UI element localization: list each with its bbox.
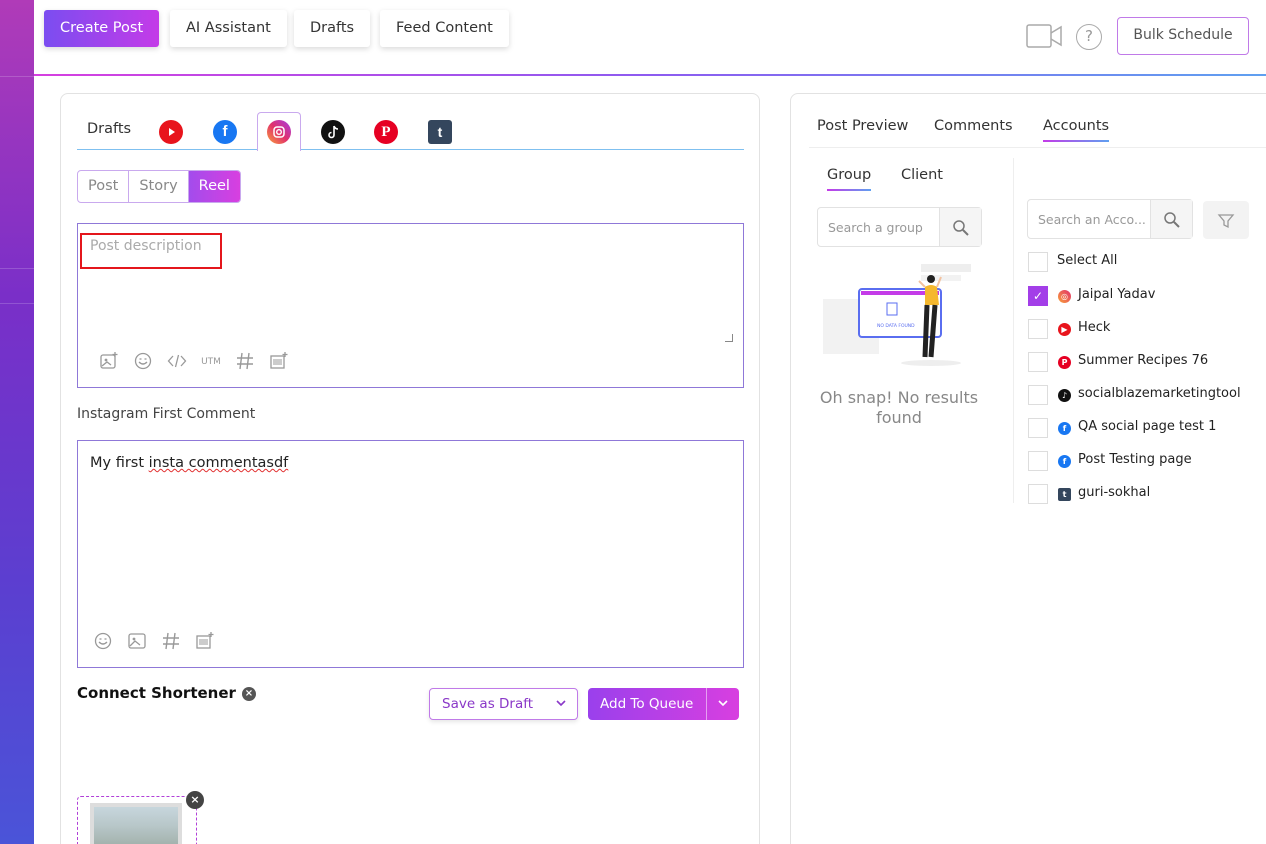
media-library-icon[interactable] [262,351,296,373]
help-icon[interactable]: ? [1076,24,1102,50]
comment-toolbar [86,631,222,653]
hashtag-icon[interactable] [154,631,188,653]
select-all-checkbox[interactable] [1028,252,1048,272]
account-checkbox[interactable] [1028,352,1048,372]
segment-reel[interactable]: Reel [188,171,240,202]
media-library-icon[interactable] [188,631,222,653]
remove-media-icon[interactable]: × [186,791,204,809]
account-checkbox[interactable] [1028,319,1048,339]
post-type-selector: Post Story Reel [77,170,241,203]
drafts-button[interactable]: Drafts [294,10,371,47]
emoji-icon[interactable] [126,351,160,373]
search-icon[interactable] [939,208,981,246]
no-results-message: Oh snap! No results found [819,388,979,427]
first-comment-editor[interactable]: My first insta commentasdf [77,440,744,668]
post-description-editor[interactable]: Post description UTM [77,223,744,388]
filter-icon[interactable] [1203,201,1249,239]
bulk-schedule-button[interactable]: Bulk Schedule [1117,17,1249,55]
save-as-draft-button[interactable]: Save as Draft [429,688,578,720]
instagram-icon: ◎ [1058,290,1071,303]
account-checkbox[interactable] [1028,451,1048,471]
group-search-placeholder: Search a group [828,220,923,235]
connect-shortener: Connect Shortener × [77,684,256,702]
app-window: Create Post AI Assistant Drafts Feed Con… [34,0,1266,844]
search-icon[interactable] [1150,200,1192,238]
emoji-icon[interactable] [86,631,120,653]
account-checkbox[interactable] [1028,385,1048,405]
hashtag-icon[interactable] [228,351,262,373]
image-plus-icon[interactable] [92,351,126,373]
youtube-icon[interactable] [159,120,183,144]
account-search[interactable]: Search an Acco... [1027,199,1193,239]
preview-tabs: Post Preview Comments Accounts [817,118,1266,148]
video-tutorial-icon[interactable] [1026,24,1062,48]
account-search-placeholder: Search an Acco... [1038,212,1146,227]
media-thumbnail[interactable]: × [77,791,204,844]
tab-group[interactable]: Group [827,167,872,191]
account-checkbox[interactable] [1028,418,1048,438]
account-name: QA social page test 1 [1078,419,1217,434]
preview-panel: Post Preview Comments Accounts Group Cli… [790,93,1266,844]
account-checkbox[interactable]: ✓ [1028,286,1048,306]
account-checkbox[interactable] [1028,484,1048,504]
tab-client[interactable]: Client [901,167,943,191]
facebook-icon: f [1058,455,1071,468]
chevron-down-icon[interactable] [717,688,729,732]
tiktok-icon: ♪ [1058,389,1071,402]
tumblr-icon[interactable]: t [428,120,452,144]
utm-icon[interactable]: UTM [194,351,228,373]
code-icon[interactable] [160,351,194,373]
tab-comments[interactable]: Comments [934,118,1013,142]
segment-post[interactable]: Post [78,171,130,202]
account-name: socialblazemarketingtool [1078,386,1241,401]
select-all-label: Select All [1057,253,1118,268]
add-to-queue-button[interactable]: Add To Queue [588,688,739,720]
account-name: guri-sokhal [1078,485,1151,500]
tab-accounts[interactable]: Accounts [1043,118,1110,142]
account-name: Heck [1078,320,1111,335]
composer-panel: Drafts f P t Post Story Reel Post descri… [60,93,760,844]
tab-post-preview[interactable]: Post Preview [817,118,908,142]
svg-text:NO DATA FOUND: NO DATA FOUND [877,323,915,329]
segment-story[interactable]: Story [129,171,189,202]
pinterest-icon: P [1058,356,1071,369]
tab-drafts[interactable]: Drafts [87,112,131,150]
tiktok-icon[interactable] [321,120,345,144]
pinterest-icon[interactable]: P [374,120,398,144]
account-name: Jaipal Yadav [1078,287,1156,302]
network-tabs: Drafts f P t [77,112,744,151]
background-sidebar [0,0,34,844]
close-icon[interactable]: × [241,686,256,701]
chevron-down-icon[interactable] [555,689,567,730]
no-data-illustration: NO DATA FOUND [823,264,971,366]
group-search[interactable]: Search a group [817,207,982,247]
ai-assistant-button[interactable]: AI Assistant [170,10,287,47]
instagram-icon [267,120,291,144]
account-name: Post Testing page [1078,452,1192,467]
facebook-icon: f [1058,422,1071,435]
account-name: Summer Recipes 76 [1078,353,1209,368]
highlight-annotation [80,233,222,269]
create-post-button[interactable]: Create Post [44,10,160,47]
tumblr-icon: t [1058,488,1071,501]
top-toolbar: Create Post AI Assistant Drafts Feed Con… [34,0,1266,76]
description-toolbar: UTM [92,351,296,373]
first-comment-label: Instagram First Comment [77,406,256,422]
tab-instagram[interactable] [257,112,301,151]
feed-content-button[interactable]: Feed Content [380,10,509,47]
youtube-icon: ▶ [1058,323,1071,336]
facebook-icon[interactable]: f [213,120,237,144]
first-comment-text: My first insta commentasdf [90,455,289,471]
image-icon[interactable] [120,631,154,653]
resize-handle[interactable] [725,334,733,342]
uploaded-image [90,803,182,844]
